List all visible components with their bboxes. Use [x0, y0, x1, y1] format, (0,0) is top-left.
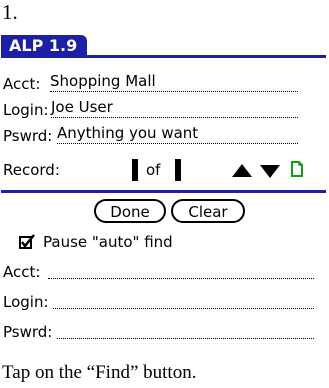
- find-acct-label: Acct:: [3, 263, 41, 281]
- title-bar: ALP 1.9: [1, 33, 326, 59]
- pause-auto-find-label: Pause "auto" find: [43, 233, 173, 251]
- record-navigator: Record: of: [1, 155, 326, 187]
- clear-button[interactable]: Clear: [171, 199, 245, 223]
- section-divider: [1, 190, 326, 193]
- checkbox-checked-icon[interactable]: [19, 234, 35, 250]
- step-number: 1.: [2, 0, 18, 24]
- acct-label: Acct:: [3, 75, 41, 93]
- acct-value[interactable]: Shopping Mall: [50, 71, 298, 92]
- palm-screen: ALP 1.9 Acct: Shopping Mall Login: Joe U…: [1, 33, 326, 360]
- find-login-label: Login:: [3, 293, 49, 311]
- find-acct-field[interactable]: [48, 278, 314, 279]
- record-current-field[interactable]: [132, 159, 138, 181]
- arrow-down-icon[interactable]: [260, 165, 280, 178]
- arrow-up-icon[interactable]: [232, 164, 252, 177]
- app-title[interactable]: ALP 1.9: [1, 35, 88, 57]
- record-label: Record:: [3, 161, 60, 179]
- note-icon[interactable]: [290, 160, 304, 178]
- login-value[interactable]: Joe User: [51, 97, 298, 118]
- login-row: Login: Joe User: [1, 97, 326, 123]
- pswd-label: Pswrd:: [3, 127, 53, 145]
- find-pswd-row: Pswrd:: [1, 319, 326, 345]
- find-pswd-label: Pswrd:: [3, 323, 53, 341]
- login-label: Login:: [3, 101, 49, 119]
- record-of-label: of: [146, 161, 161, 179]
- instruction-caption: Tap on the “Find” button.: [2, 362, 197, 383]
- title-underline: [1, 55, 326, 58]
- find-pswd-field[interactable]: [57, 338, 314, 339]
- acct-row: Acct: Shopping Mall: [1, 71, 326, 97]
- record-total-field: [175, 159, 181, 181]
- pswd-value[interactable]: Anything you want: [57, 123, 298, 144]
- pswd-row: Pswrd: Anything you want: [1, 123, 326, 149]
- done-button[interactable]: Done: [94, 199, 166, 223]
- find-login-field[interactable]: [53, 308, 314, 309]
- find-acct-row: Acct:: [1, 259, 326, 285]
- find-login-row: Login:: [1, 289, 326, 315]
